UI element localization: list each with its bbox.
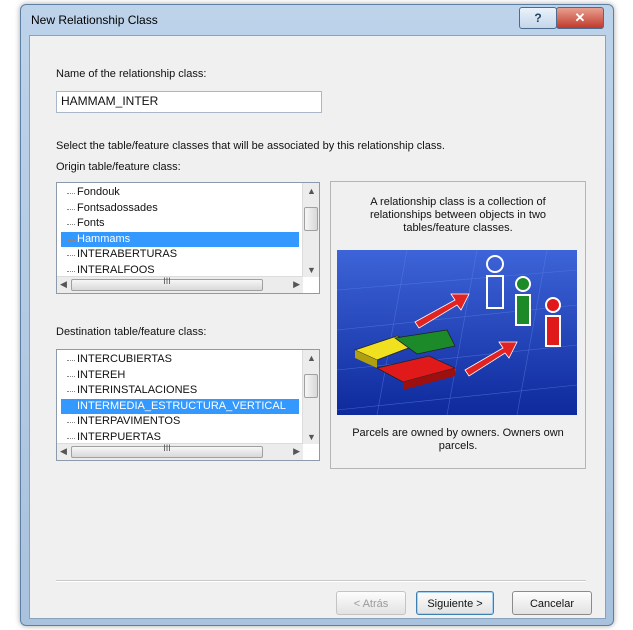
next-button[interactable]: Siguiente > xyxy=(416,591,494,615)
origin-horizontal-scrollbar[interactable]: ◀ III ▶ xyxy=(57,276,303,293)
grip-icon: III xyxy=(163,443,171,453)
info-description: A relationship class is a collection of … xyxy=(369,196,547,234)
info-caption: Parcels are owned by owners. Owners own … xyxy=(352,427,564,452)
origin-vertical-scrollbar[interactable]: ▲ ▼ xyxy=(302,183,319,277)
destination-scroll-thumb[interactable] xyxy=(304,374,318,398)
list-item[interactable]: INTERINSTALACIONES xyxy=(61,383,299,399)
scroll-up-icon[interactable]: ▲ xyxy=(307,353,316,363)
scroll-down-icon[interactable]: ▼ xyxy=(307,265,316,275)
destination-hscroll-thumb[interactable]: III xyxy=(71,443,263,458)
info-panel: A relationship class is a collection of … xyxy=(330,181,586,469)
scroll-left-icon[interactable]: ◀ xyxy=(60,446,67,457)
scroll-down-icon[interactable]: ▼ xyxy=(307,432,316,442)
grip-icon: III xyxy=(163,276,171,286)
divider xyxy=(56,580,586,582)
origin-hscroll-thumb[interactable]: III xyxy=(71,276,263,291)
list-item[interactable]: INTEREH xyxy=(61,368,299,384)
dialog-window: New Relationship Class ? ✕ Name of the r… xyxy=(20,4,614,626)
destination-vertical-scrollbar[interactable]: ▲ ▼ xyxy=(302,350,319,444)
list-item[interactable]: INTERCUBIERTAS xyxy=(61,352,299,368)
cancel-button[interactable]: Cancelar xyxy=(512,591,592,615)
help-button[interactable]: ? xyxy=(519,7,557,29)
scroll-left-icon[interactable]: ◀ xyxy=(60,279,67,290)
destination-label: Destination table/feature class: xyxy=(56,326,207,338)
close-icon: ✕ xyxy=(574,10,586,25)
destination-horizontal-scrollbar[interactable]: ◀ III ▶ xyxy=(57,443,303,460)
list-item[interactable]: INTERMEDIA_ESTRUCTURA_VERTICAL xyxy=(61,398,299,414)
list-item[interactable]: INTERABERTURAS xyxy=(61,247,299,263)
close-button[interactable]: ✕ xyxy=(556,7,604,29)
list-item[interactable]: Fonts xyxy=(61,216,299,232)
destination-listbox[interactable]: INTERCUBIERTAS INTEREH INTERINSTALACIONES I… xyxy=(56,349,320,461)
origin-scroll-thumb[interactable] xyxy=(304,207,318,231)
origin-listbox[interactable]: Fondouk Fontsadossades Fonts Hammams INTERAB… xyxy=(56,182,320,294)
window-title: New Relationship Class xyxy=(31,13,158,27)
scroll-right-icon[interactable]: ▶ xyxy=(293,279,300,290)
scroll-right-icon[interactable]: ▶ xyxy=(293,446,300,457)
list-item[interactable]: Hammams xyxy=(61,231,299,247)
scroll-up-icon[interactable]: ▲ xyxy=(307,186,316,196)
destination-items: INTERCUBIERTAS INTEREH INTERINSTALACIONES I… xyxy=(61,352,299,445)
back-button[interactable]: < Atrás xyxy=(336,591,406,615)
list-item[interactable]: INTERPAVIMENTOS xyxy=(61,414,299,430)
relationship-illustration xyxy=(337,250,577,415)
origin-label: Origin table/feature class: xyxy=(56,161,181,173)
dialog-body: Name of the relationship class: HAMMAM_I… xyxy=(29,35,606,619)
help-icon: ? xyxy=(534,11,542,25)
list-item[interactable]: Fondouk xyxy=(61,185,299,201)
relationship-name-input[interactable]: HAMMAM_INTER xyxy=(56,91,322,113)
name-label: Name of the relationship class: xyxy=(56,68,207,80)
list-item[interactable]: Fontsadossades xyxy=(61,201,299,217)
origin-items: Fondouk Fontsadossades Fonts Hammams INTERAB… xyxy=(61,185,299,278)
title-bar[interactable]: New Relationship Class ? ✕ xyxy=(21,5,613,35)
select-instruction: Select the table/feature classes that wi… xyxy=(56,140,445,152)
